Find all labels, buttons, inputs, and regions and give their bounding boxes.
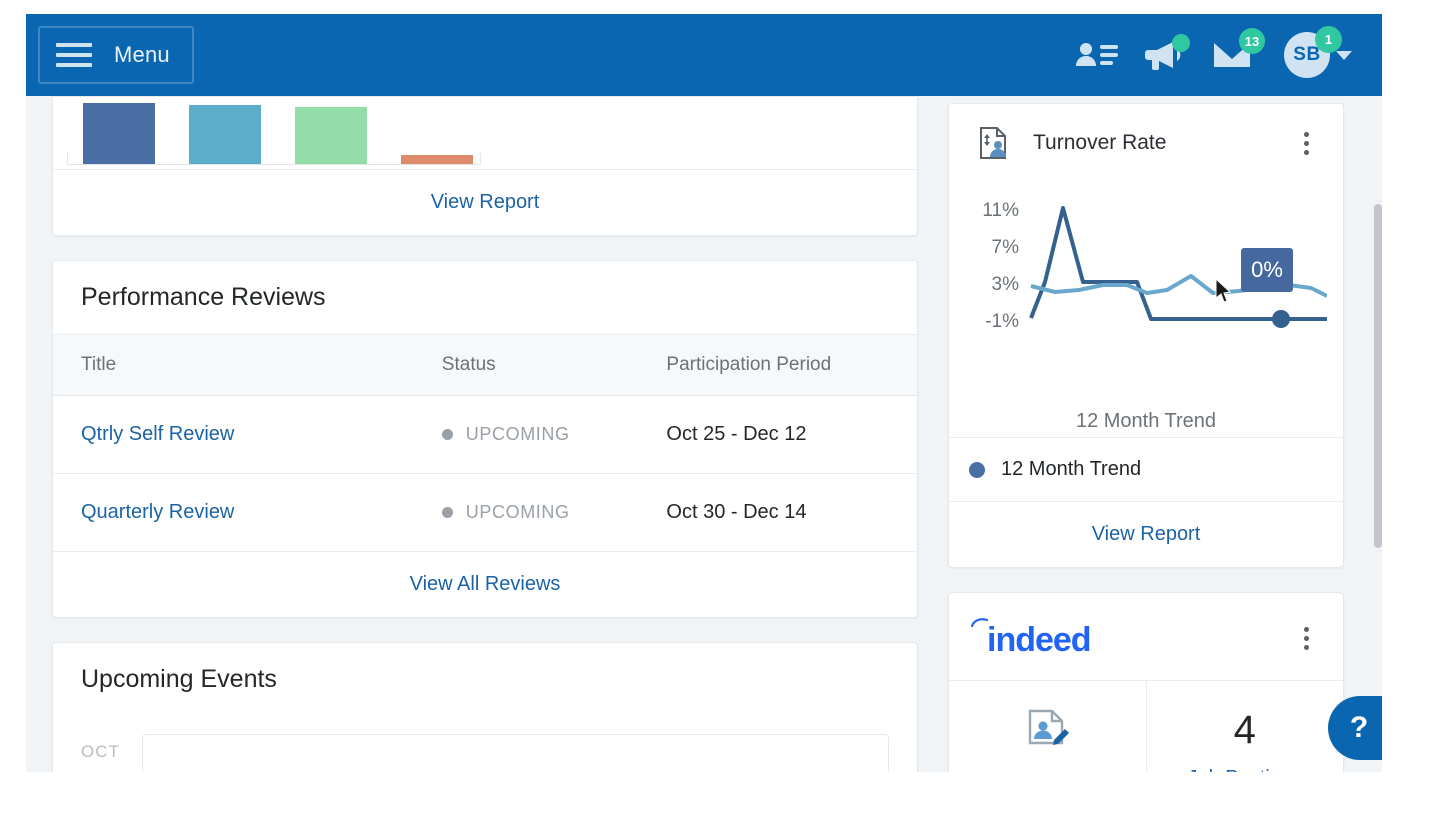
menu-button-label: Menu: [114, 42, 170, 68]
upcoming-events-header: Upcoming Events: [53, 643, 917, 716]
indeed-tiles: Post a New Job 4 Job Postings: [949, 680, 1343, 772]
legend-label: 12 Month Trend: [1001, 458, 1141, 481]
job-postings-tile[interactable]: 4 Job Postings: [1146, 681, 1344, 772]
upcoming-events-body: OCT: [53, 716, 917, 772]
turnover-legend: 12 Month Trend: [949, 437, 1343, 501]
status-badge: UPCOMING: [442, 424, 570, 445]
upcoming-events-card: Upcoming Events OCT: [52, 642, 918, 772]
dashboard-page: View Report Performance Reviews Title St…: [26, 96, 1382, 772]
job-postings-count: 4: [1147, 707, 1344, 753]
top-navigation-bar: Menu: [26, 14, 1382, 96]
status-dot-icon: [442, 429, 453, 440]
y-tick-label: -1%: [967, 311, 1019, 333]
bar-chart-card: View Report: [52, 96, 918, 236]
turnover-rate-header: Turnover Rate: [949, 104, 1343, 182]
mouse-cursor-icon: [1214, 278, 1234, 311]
legend-color-swatch: [969, 462, 985, 478]
dashboard-left-column: View Report Performance Reviews Title St…: [52, 96, 918, 772]
review-title-link[interactable]: Quarterly Review: [81, 501, 234, 523]
participation-period: Oct 25 - Dec 12: [666, 396, 917, 474]
status-label: UPCOMING: [466, 502, 570, 523]
participation-period: Oct 30 - Dec 14: [666, 474, 917, 552]
indeed-header: indeed: [949, 593, 1343, 680]
y-tick-label: 3%: [967, 274, 1019, 296]
performance-reviews-card: Performance Reviews Title Status Partici…: [52, 260, 918, 618]
table-row[interactable]: Quarterly Review UPCOMING Oct 30 - Dec 1…: [53, 474, 917, 552]
turnover-footer: View Report: [949, 501, 1343, 567]
view-report-link[interactable]: View Report: [1092, 523, 1201, 545]
performance-reviews-table: Title Status Participation Period Qtrly …: [53, 334, 917, 551]
turnover-rate-card: Turnover Rate 11% 7% 3% -1% 0%: [948, 103, 1344, 568]
performance-reviews-header: Performance Reviews: [53, 261, 917, 334]
view-report-link[interactable]: View Report: [431, 191, 540, 213]
table-header: Title Status Participation Period: [53, 335, 917, 396]
status-label: UPCOMING: [466, 424, 570, 445]
highlighted-data-point: [1272, 310, 1290, 328]
chart-tooltip: 0%: [1241, 248, 1293, 292]
turnover-report-icon: [977, 126, 1011, 160]
top-navigation-actions: 13 SB 1: [1076, 32, 1382, 78]
indeed-card: indeed: [948, 592, 1344, 772]
column-header-status: Status: [442, 335, 667, 396]
column-header-title: Title: [53, 335, 442, 396]
bar-chart: [53, 97, 917, 169]
bar-chart-footer: View Report: [53, 169, 917, 235]
indeed-wordmark: indeed: [987, 621, 1091, 660]
view-all-reviews-link[interactable]: View All Reviews: [410, 573, 561, 595]
inbox-envelope-icon[interactable]: 13: [1212, 39, 1252, 71]
job-postings-label[interactable]: Job Postings: [1147, 767, 1344, 772]
app-viewport: Menu: [26, 14, 1382, 772]
upcoming-events-title: Upcoming Events: [81, 665, 277, 694]
avatar-badge: 1: [1315, 26, 1342, 53]
page-title: Performance Reviews: [81, 283, 326, 312]
dashboard-right-column: Turnover Rate 11% 7% 3% -1% 0%: [948, 103, 1344, 772]
inbox-badge: 13: [1239, 28, 1265, 54]
event-item-placeholder[interactable]: [142, 734, 889, 772]
y-tick-label: 11%: [967, 200, 1019, 222]
event-month-label: OCT: [81, 734, 120, 772]
turnover-rate-title: Turnover Rate: [1033, 131, 1166, 155]
post-a-new-job-tile[interactable]: Post a New Job: [949, 681, 1146, 772]
table-body: Qtrly Self Review UPCOMING Oct 25 - Dec …: [53, 396, 917, 552]
status-dot-icon: [442, 507, 453, 518]
x-axis-label: 12 Month Trend: [949, 410, 1343, 433]
post-job-icon: [1024, 707, 1070, 758]
announcements-megaphone-icon[interactable]: [1144, 39, 1186, 71]
column-header-period: Participation Period: [666, 335, 917, 396]
chevron-down-icon[interactable]: [1336, 51, 1352, 60]
indeed-logo: indeed: [971, 617, 1091, 660]
performance-reviews-footer: View All Reviews: [53, 551, 917, 617]
status-badge: UPCOMING: [442, 502, 570, 523]
turnover-overflow-menu-icon[interactable]: [1298, 128, 1315, 159]
hamburger-icon: [56, 43, 92, 67]
directory-icon[interactable]: [1076, 40, 1118, 70]
table-row[interactable]: Qtrly Self Review UPCOMING Oct 25 - Dec …: [53, 396, 917, 474]
y-tick-label: 7%: [967, 237, 1019, 259]
user-account-menu[interactable]: SB 1: [1284, 32, 1352, 78]
page-scrollbar-thumb[interactable]: [1374, 204, 1382, 548]
turnover-rate-chart: 11% 7% 3% -1% 0%: [949, 182, 1343, 437]
bar-chart-axis: [67, 153, 481, 165]
review-title-link[interactable]: Qtrly Self Review: [81, 423, 234, 445]
indeed-overflow-menu-icon[interactable]: [1298, 623, 1315, 654]
announcements-unread-dot: [1172, 34, 1190, 52]
menu-button[interactable]: Menu: [38, 26, 194, 84]
